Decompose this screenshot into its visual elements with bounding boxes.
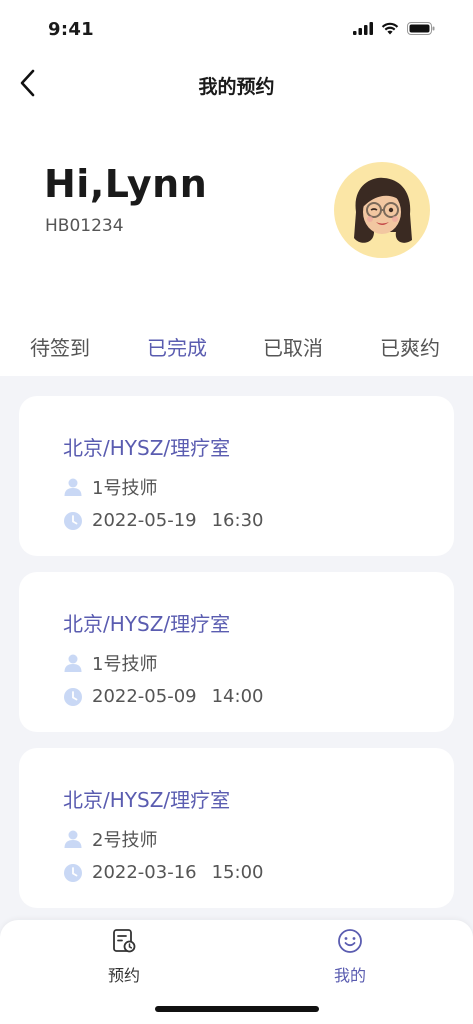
tab-completed[interactable]: 已完成 (147, 332, 207, 361)
appointment-list: 北京/HYSZ/理疗室 1号技师 2022-05-19 16:30 北京/HYS… (0, 376, 473, 936)
technician-name: 2号技师 (92, 830, 158, 851)
tabbar-mine-label: 我的 (333, 966, 366, 985)
appointment-card[interactable]: 北京/HYSZ/理疗室 1号技师 2022-05-09 14:00 (19, 572, 454, 732)
person-icon (64, 830, 82, 848)
home-indicator (155, 1006, 319, 1012)
bottom-tab-bar: 预约 我的 (0, 920, 473, 1024)
clock-icon (64, 511, 82, 530)
technician-name: 1号技师 (92, 654, 158, 675)
tabbar-booking[interactable]: 预约 (84, 928, 164, 986)
profile-header: Hi,Lynn HB01234 (0, 150, 473, 270)
technician-row: 1号技师 (63, 650, 157, 676)
booking-icon (113, 929, 136, 953)
status-time: 9:41 (48, 19, 94, 40)
tab-cancelled[interactable]: 已取消 (263, 332, 323, 361)
appointment-date: 2022-05-19 (92, 510, 197, 531)
appointment-location: 北京/HYSZ/理疗室 (63, 612, 231, 636)
clock-icon (64, 863, 82, 882)
battery-icon (407, 22, 435, 35)
status-bar: 9:41 (0, 0, 473, 60)
person-icon (64, 478, 82, 496)
technician-row: 1号技师 (63, 474, 157, 500)
avatar[interactable] (334, 162, 430, 258)
tabbar-booking-label: 预约 (107, 966, 140, 985)
status-icons (353, 22, 435, 35)
clock-icon (64, 687, 82, 706)
appointment-location: 北京/HYSZ/理疗室 (63, 436, 231, 460)
nav-bar: 我的预约 (0, 60, 473, 110)
time-row: 2022-03-16 15:00 (63, 862, 263, 883)
appointment-time: 14:00 (211, 686, 264, 707)
smiley-icon (338, 929, 362, 953)
user-id: HB01234 (45, 216, 124, 236)
tab-pending[interactable]: 待签到 (30, 332, 90, 361)
page-title: 我的预约 (198, 76, 275, 98)
appointment-card[interactable]: 北京/HYSZ/理疗室 2号技师 2022-03-16 15:00 (19, 748, 454, 908)
technician-name: 1号技师 (92, 478, 158, 499)
appointment-date: 2022-05-09 (92, 686, 197, 707)
tabbar-mine[interactable]: 我的 (310, 928, 390, 986)
time-row: 2022-05-19 16:30 (63, 510, 263, 531)
tab-no-show[interactable]: 已爽约 (380, 332, 440, 361)
appointment-location: 北京/HYSZ/理疗室 (63, 788, 231, 812)
signal-icon (353, 22, 373, 35)
person-icon (64, 654, 82, 672)
appointment-card[interactable]: 北京/HYSZ/理疗室 1号技师 2022-05-19 16:30 (19, 396, 454, 556)
technician-row: 2号技师 (63, 826, 157, 852)
memoji-avatar (354, 177, 412, 243)
wifi-icon (381, 22, 399, 35)
appointment-time: 16:30 (211, 510, 264, 531)
status-tabs: 待签到 已完成 已取消 已爽约 (0, 326, 473, 374)
user-greeting: Hi,Lynn (44, 162, 208, 206)
appointment-date: 2022-03-16 (92, 862, 197, 883)
appointment-time: 15:00 (211, 862, 264, 883)
time-row: 2022-05-09 14:00 (63, 686, 263, 707)
